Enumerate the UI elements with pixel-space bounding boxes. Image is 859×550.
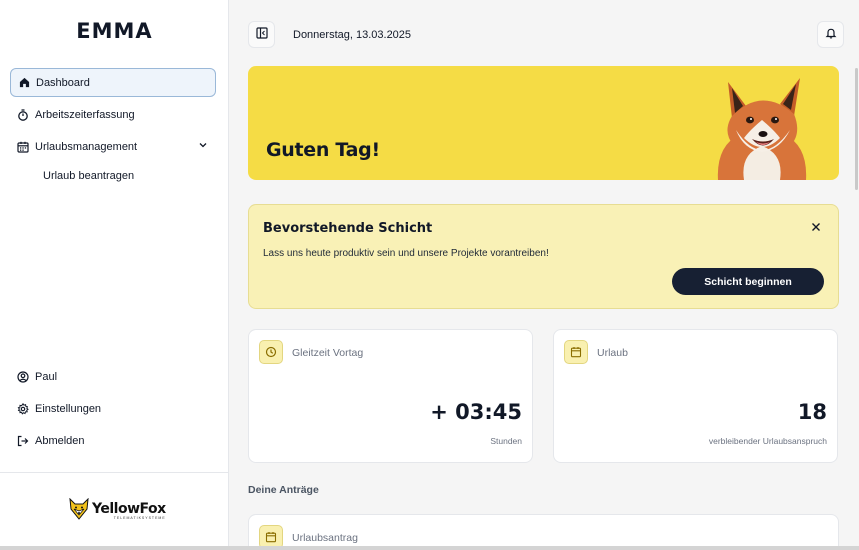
flextime-card: Gleitzeit Vortag + 03:45 Stunden [248,329,533,463]
bell-icon [825,26,837,44]
sidebar-divider [0,472,229,473]
card-unit: verbleibender Urlaubsanspruch [708,436,827,446]
request-item[interactable]: Urlaubsantrag [248,514,839,550]
notifications-button[interactable] [817,21,844,48]
sidebar-item-label: Abmelden [35,434,85,447]
app-title: EMMA [76,19,153,43]
requests-section-title: Deine Anträge [248,484,319,496]
sidebar-item-label: Arbeitszeiterfassung [35,108,135,121]
user-circle-icon [17,370,29,383]
fox-logo-icon [69,497,89,525]
shift-title: Bevorstehende Schicht [263,221,433,236]
sidebar-item-label: Urlaubsmanagement [35,140,138,153]
vacation-card: Urlaub 18 verbleibender Urlaubsanspruch [553,329,838,463]
sidebar-item-dashboard[interactable]: Dashboard [10,68,216,97]
sidebar-toggle-button[interactable] [248,21,275,48]
stopwatch-icon [17,108,29,121]
current-date: Donnerstag, 13.03.2025 [293,29,412,41]
sidebar-item-einstellungen[interactable]: Einstellungen [10,394,216,423]
scrollbar[interactable] [855,68,858,190]
gear-icon [17,402,29,415]
sidebar-item-urlaubsmanagement[interactable]: Urlaubsmanagement [10,132,216,161]
clock-icon [259,340,283,364]
sidebar-item-abmelden[interactable]: Abmelden [10,426,216,455]
logo-name: YellowFox [92,501,166,518]
greeting-banner: Guten Tag! [248,66,839,180]
card-value: 18 [797,400,827,424]
home-icon [18,77,30,89]
sidebar-item-profile[interactable]: Paul [10,362,216,391]
sidebar-item-label: Dashboard [36,76,90,89]
calendar-icon [17,141,29,153]
sidebar: EMMA Dashboard Arbeitszeiterfassung Urla… [0,0,229,550]
card-label: Gleitzeit Vortag [292,347,364,359]
card-value: + 03:45 [430,400,522,424]
greeting-title: Guten Tag! [266,139,380,161]
start-shift-button[interactable]: Schicht beginnen [672,268,824,295]
sidebar-item-arbeitszeiterfassung[interactable]: Arbeitszeiterfassung [10,100,216,129]
window-bottom-edge [0,546,859,550]
sidebar-subitem-urlaub-beantragen[interactable]: Urlaub beantragen [43,170,134,182]
shift-description: Lass uns heute produktiv sein und unsere… [263,248,549,259]
card-label: Urlaub [597,347,628,359]
upcoming-shift-card: Bevorstehende Schicht Lass uns heute pro… [248,204,839,309]
yellowfox-logo: YellowFox TELEMATIKSYSTEME [69,497,166,525]
chevron-down-icon[interactable] [198,140,208,153]
logo-tagline: TELEMATIKSYSTEME [113,516,166,521]
calendar-icon [564,340,588,364]
close-icon[interactable] [809,220,823,234]
panel-left-icon [255,26,268,44]
request-label: Urlaubsantrag [292,532,358,544]
card-unit: Stunden [490,436,522,446]
logout-icon [17,435,29,447]
sidebar-item-label: Einstellungen [35,402,102,415]
sidebar-item-label: Paul [35,370,58,383]
fox-illustration [717,78,807,180]
